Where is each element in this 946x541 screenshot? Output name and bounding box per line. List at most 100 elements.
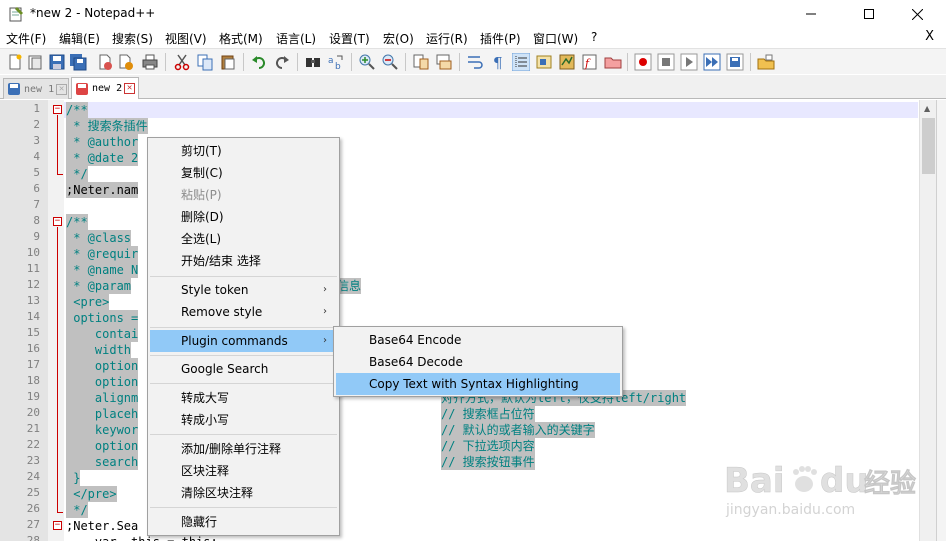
menu-item-hide-lines[interactable]: 隐藏行 [150,511,337,533]
user-language-icon[interactable] [535,53,553,71]
tab-close-icon[interactable]: ✕ [124,83,136,94]
menu-search[interactable]: 搜索(S) [112,30,153,47]
paste-icon[interactable] [219,53,237,71]
code-line: */ [66,166,88,182]
menu-item-cut[interactable]: 剪切(T) [150,140,337,162]
save-icon[interactable] [48,53,66,71]
menu-edit[interactable]: 编辑(E) [59,30,100,47]
watermark-cn: 经验 [864,468,916,499]
open-file-icon[interactable] [27,53,45,71]
menu-item-block-comment[interactable]: 区块注释 [150,460,337,482]
menu-item-uppercase[interactable]: 转成大写 [150,387,337,409]
minimize-button[interactable] [788,2,834,26]
menu-item-base64-encode[interactable]: Base64 Encode [336,329,620,351]
menu-item-paste[interactable]: 粘贴(P) [150,184,337,206]
svg-text:b: b [335,62,341,71]
fold-toggle[interactable]: − [53,105,62,114]
line-number: 8 [33,214,40,227]
svg-text:a: a [328,56,334,66]
save-all-icon[interactable] [69,53,87,71]
sync-horizontal-icon[interactable] [435,53,453,71]
document-map-icon[interactable] [558,53,576,71]
zoom-in-icon[interactable] [358,53,376,71]
code-line: contai [66,326,139,342]
macro-play-icon[interactable] [680,53,698,71]
tab-bar: new 1 ✕ new 2 ✕ [0,75,946,99]
menu-macro[interactable]: 宏(O) [383,30,414,47]
function-list-icon[interactable]: f [581,53,599,71]
macro-stop-icon[interactable] [657,53,675,71]
menu-language[interactable]: 语言(L) [276,30,316,47]
fold-margin[interactable] [48,100,64,541]
toolbar-separator [750,53,751,71]
close-button[interactable] [894,2,940,26]
code-line: <pre> [66,294,110,310]
macro-record-icon[interactable] [634,53,652,71]
menu-item-toggle-line-comment[interactable]: 添加/删除单行注释 [150,438,337,460]
menu-item-copy[interactable]: 复制(C) [150,162,337,184]
menu-file[interactable]: 文件(F) [6,30,46,47]
folder-workspace-icon[interactable] [604,53,622,71]
tab-new-2[interactable]: new 2 ✕ [71,77,139,99]
menu-item-style-token[interactable]: Style token › [150,279,337,301]
fold-toggle[interactable]: − [53,521,62,530]
menu-item-lowercase[interactable]: 转成小写 [150,409,337,431]
code-line: alignm [66,390,139,406]
scroll-up-icon[interactable]: ▲ [924,104,930,113]
menu-item-copy-syntax-highlighting[interactable]: Copy Text with Syntax Highlighting [336,373,620,395]
menu-item-remove-style[interactable]: Remove style › [150,301,337,323]
close-all-icon[interactable] [117,53,135,71]
new-file-icon[interactable] [6,53,24,71]
menu-item-base64-decode[interactable]: Base64 Decode [336,351,620,373]
notepad-app-icon [9,7,23,22]
redo-icon[interactable] [273,53,291,71]
menu-item-begin-end-select[interactable]: 开始/结束 选择 [150,250,337,272]
tab-new-1[interactable]: new 1 ✕ [3,78,69,99]
line-number: 14 [26,310,40,323]
undo-icon[interactable] [250,53,268,71]
menu-format[interactable]: 格式(M) [219,30,263,47]
plugin-icon[interactable] [757,53,775,71]
close-document-button[interactable]: X [925,29,934,44]
menu-item-plugin-commands[interactable]: Plugin commands › [150,330,337,352]
baidu-logo-icon: Bai du 经验 jingyan.baidu.com [724,461,917,518]
copy-icon[interactable] [196,53,214,71]
code-line: placeh [66,406,139,422]
menu-item-clear-block-comment[interactable]: 清除区块注释 [150,482,337,504]
code-line: keywor [66,422,139,438]
code-line: options = [66,310,139,326]
menu-settings[interactable]: 设置(T) [329,30,370,47]
code-line: option [66,358,139,374]
word-wrap-icon[interactable] [466,53,484,71]
sync-vertical-icon[interactable] [412,53,430,71]
menu-item-select-all[interactable]: 全选(L) [150,228,337,250]
code-line: */ [66,502,88,518]
menu-help[interactable]: ? [591,30,597,44]
code-line: * @param [66,278,132,294]
fold-toggle[interactable]: − [53,217,62,226]
line-number: 4 [33,150,40,163]
tab-close-icon[interactable]: ✕ [56,83,68,95]
scroll-thumb[interactable] [922,118,935,174]
plugin-commands-submenu: Base64 Encode Base64 Decode Copy Text wi… [333,326,623,397]
show-all-chars-icon[interactable]: ¶ [489,53,507,71]
find-icon[interactable] [304,53,322,71]
close-file-icon[interactable] [96,53,114,71]
macro-run-multiple-icon[interactable] [703,53,721,71]
zoom-out-icon[interactable] [381,53,399,71]
macro-save-icon[interactable] [726,53,744,71]
indent-guide-icon[interactable] [512,53,530,71]
menu-run[interactable]: 运行(R) [426,30,468,47]
replace-icon[interactable]: ab [327,53,345,71]
menu-window[interactable]: 窗口(W) [533,30,578,47]
fold-line [57,227,58,512]
menu-item-delete[interactable]: 删除(D) [150,206,337,228]
maximize-button[interactable] [846,2,892,26]
cut-icon[interactable] [173,53,191,71]
watermark-brand: Bai [724,461,785,501]
menu-plugins[interactable]: 插件(P) [480,30,521,47]
print-icon[interactable] [141,53,159,71]
line-number: 11 [26,262,40,275]
menu-view[interactable]: 视图(V) [165,30,207,47]
menu-item-google-search[interactable]: Google Search [150,358,337,380]
